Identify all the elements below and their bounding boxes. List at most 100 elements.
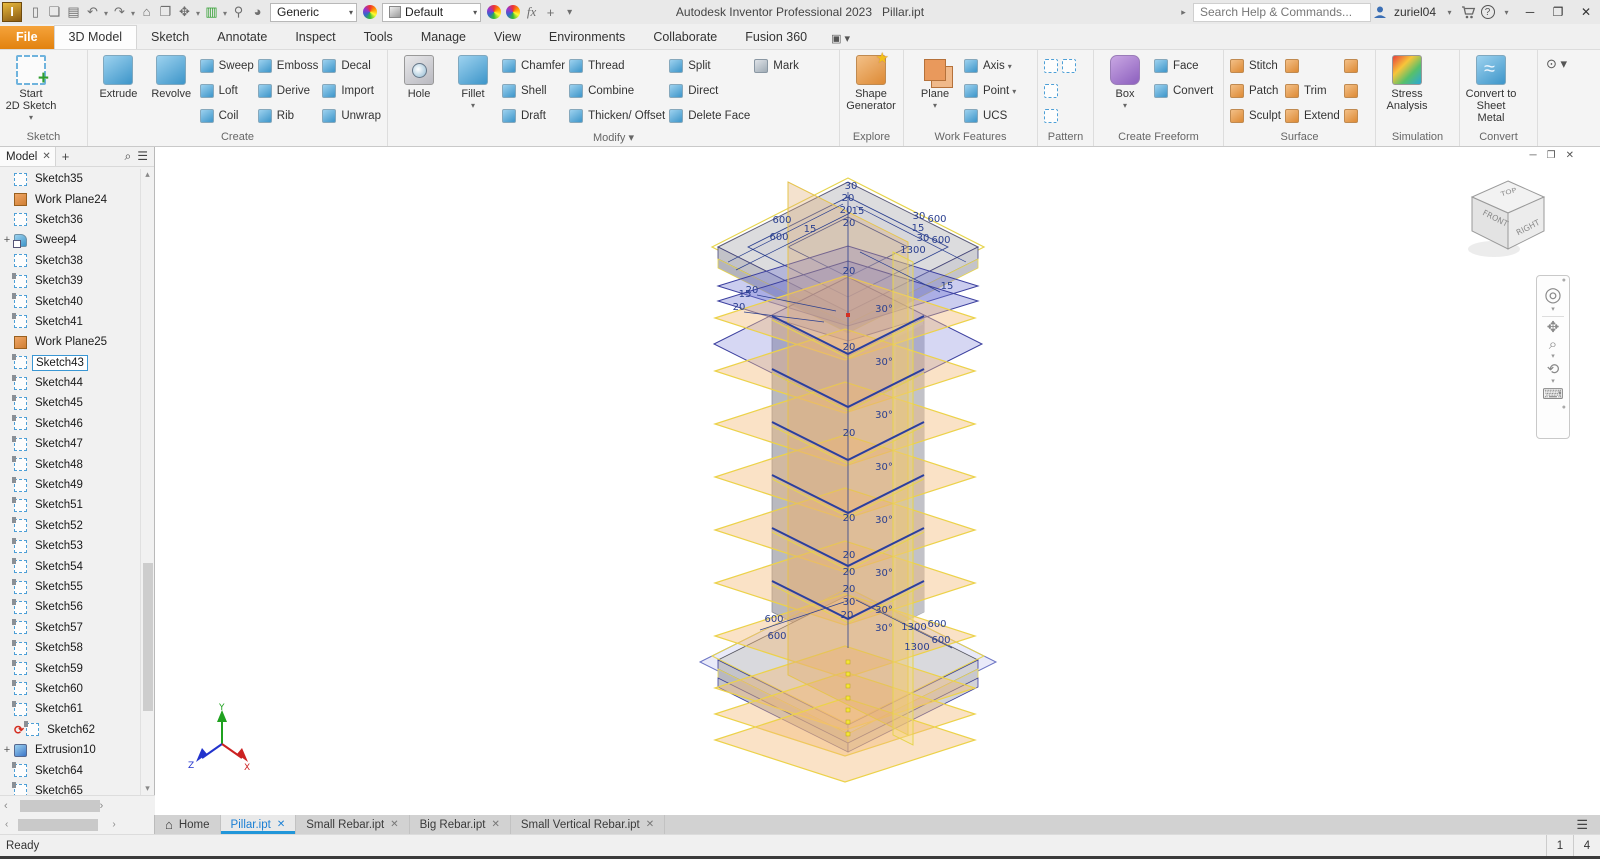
tree-item-sketch43[interactable]: Sketch43 bbox=[0, 353, 140, 373]
mirror-button[interactable] bbox=[1062, 53, 1076, 78]
browser-vertical-scrollbar[interactable]: ▴ ▾ bbox=[140, 169, 154, 795]
viewport[interactable]: 6006001530202015203060015306001300151520… bbox=[155, 147, 1600, 815]
browser-tab-close-icon[interactable]: ✕ bbox=[42, 151, 50, 162]
qat-customize-icon[interactable]: ▾ bbox=[560, 2, 579, 22]
direct-button[interactable]: Direct bbox=[669, 78, 750, 103]
doc-tab-big-rebar-ipt[interactable]: Big Rebar.ipt✕ bbox=[410, 815, 511, 834]
tree-item-sketch54[interactable]: Sketch54 bbox=[0, 556, 140, 576]
doc-close-icon[interactable]: ✕ bbox=[1566, 150, 1574, 161]
restore-button[interactable]: ❐ bbox=[1544, 1, 1572, 23]
minimize-button[interactable]: ─ bbox=[1516, 1, 1544, 23]
appearance-wheel-icon[interactable]: ◕ bbox=[248, 1, 267, 21]
tree-item-sketch61[interactable]: Sketch61 bbox=[0, 699, 140, 719]
new-file-icon[interactable]: ▯ bbox=[26, 2, 45, 22]
browser-search-icon[interactable]: ⌕ bbox=[125, 149, 132, 164]
tree-item-work-plane24[interactable]: Work Plane24 bbox=[0, 189, 140, 209]
paste-icon[interactable]: ❐ bbox=[156, 2, 175, 22]
tree-item-sketch48[interactable]: Sketch48 bbox=[0, 454, 140, 474]
shape-generator-button[interactable]: Shape Generator bbox=[845, 52, 897, 112]
rectangular-pattern-button[interactable] bbox=[1044, 53, 1058, 78]
user-name[interactable]: zuriel04 bbox=[1394, 5, 1436, 19]
ribbon-tab-inspect[interactable]: Inspect bbox=[281, 26, 349, 49]
surface-extra-3-button[interactable] bbox=[1344, 103, 1358, 128]
tree-item-sketch36[interactable]: Sketch36 bbox=[0, 210, 140, 230]
look-at-icon[interactable]: ⌨ bbox=[1542, 386, 1564, 403]
tree-item-sketch39[interactable]: Sketch39 bbox=[0, 271, 140, 291]
axis-button[interactable]: Axis ▾ bbox=[964, 53, 1016, 78]
orbit-caret-icon[interactable]: ▾ bbox=[1551, 378, 1555, 386]
user-avatar-icon[interactable] bbox=[1371, 2, 1390, 22]
material-icon[interactable]: ▥ bbox=[202, 2, 221, 22]
tree-item-sketch49[interactable]: Sketch49 bbox=[0, 475, 140, 495]
ribbon-tab-sketch[interactable]: Sketch bbox=[137, 26, 203, 49]
view-cube[interactable]: TOP FRONT RIGHT bbox=[1458, 175, 1558, 265]
tree-item-sketch65[interactable]: Sketch65 bbox=[0, 781, 140, 795]
circular-pattern-button[interactable] bbox=[1044, 78, 1058, 103]
pan-icon[interactable]: ✥ bbox=[1547, 319, 1560, 336]
dropdown-caret-icon[interactable]: ▾ bbox=[29, 113, 33, 122]
freemove-icon[interactable]: ✥ bbox=[175, 2, 194, 22]
mark-button[interactable]: Mark bbox=[754, 53, 799, 78]
surface-extra-1-button[interactable] bbox=[1344, 53, 1358, 78]
doc-restore-icon[interactable]: ❐ bbox=[1547, 150, 1556, 161]
ribbon-tab-annotate[interactable]: Annotate bbox=[203, 26, 281, 49]
tree-item-sketch41[interactable]: Sketch41 bbox=[0, 312, 140, 332]
doc-tab-close-icon[interactable]: ✕ bbox=[390, 819, 398, 830]
search-expand-icon[interactable]: ▸ bbox=[1174, 2, 1193, 22]
tree-item-sketch51[interactable]: Sketch51 bbox=[0, 495, 140, 515]
freemove-icon-caret[interactable]: ▾ bbox=[194, 3, 202, 23]
zoom-icon[interactable]: ⌕ bbox=[1549, 336, 1557, 353]
face-button[interactable]: Face bbox=[1154, 53, 1213, 78]
ribbon-overflow-icon[interactable]: ⊙ ▾ bbox=[1546, 56, 1567, 146]
unwrap-button[interactable]: Unwrap bbox=[322, 103, 381, 128]
convert-button[interactable]: Convert bbox=[1154, 78, 1213, 103]
extrude-button[interactable]: Extrude bbox=[93, 52, 144, 100]
tree-item-sketch47[interactable]: Sketch47 bbox=[0, 434, 140, 454]
surface-extra-2-button[interactable] bbox=[1344, 78, 1358, 103]
dropdown-caret-icon[interactable]: ▾ bbox=[471, 101, 475, 110]
redo-icon[interactable]: ↷ bbox=[110, 2, 129, 22]
coil-button[interactable]: Coil bbox=[200, 103, 254, 128]
help-caret-icon[interactable]: ▾ bbox=[1497, 2, 1516, 22]
parameters-fx-icon[interactable]: fx bbox=[522, 2, 541, 22]
doc-tab-pillar-ipt[interactable]: Pillar.ipt✕ bbox=[221, 815, 297, 834]
tree-item-sketch40[interactable]: Sketch40 bbox=[0, 291, 140, 311]
browser-add-tab-icon[interactable]: + bbox=[62, 149, 70, 164]
start-2d-sketch-button[interactable]: Start 2D Sketch▾ bbox=[5, 52, 57, 122]
undo-icon[interactable]: ↶ bbox=[83, 2, 102, 22]
navbar-menu-icon[interactable]: ● bbox=[1562, 403, 1569, 411]
tree-item-sketch64[interactable]: Sketch64 bbox=[0, 760, 140, 780]
home-icon[interactable]: ⌂ bbox=[137, 1, 156, 21]
shell-button[interactable]: Shell bbox=[502, 78, 565, 103]
sketch-driven-pattern-button[interactable] bbox=[1044, 103, 1058, 128]
extend-button[interactable]: Extend bbox=[1285, 103, 1340, 128]
thicken-offset-button[interactable]: Thicken/ Offset bbox=[569, 103, 665, 128]
iproperties-icon[interactable]: ⚲ bbox=[229, 2, 248, 22]
navwheel-caret-icon[interactable]: ▾ bbox=[1551, 306, 1555, 314]
tree-item-sketch62[interactable]: ⟳Sketch62 bbox=[0, 720, 140, 740]
doc-minimize-icon[interactable]: ─ bbox=[1530, 150, 1537, 161]
tree-item-sketch46[interactable]: Sketch46 bbox=[0, 414, 140, 434]
rib-button[interactable]: Rib bbox=[258, 103, 319, 128]
tree-item-sketch60[interactable]: Sketch60 bbox=[0, 679, 140, 699]
close-button[interactable]: ✕ bbox=[1572, 1, 1600, 23]
doc-tab-small-rebar-ipt[interactable]: Small Rebar.ipt✕ bbox=[296, 815, 409, 834]
draft-button[interactable]: Draft bbox=[502, 103, 565, 128]
dropdown-caret-icon[interactable]: ▾ bbox=[1012, 87, 1016, 96]
open-folder-icon[interactable]: ❏ bbox=[45, 2, 64, 22]
ruled-surface-button[interactable] bbox=[1285, 53, 1340, 78]
orbit-icon[interactable]: ⟲ bbox=[1547, 361, 1560, 378]
doc-tabs-menu-icon[interactable]: ☰ bbox=[1564, 815, 1600, 834]
hole-button[interactable]: Hole bbox=[393, 52, 445, 100]
loft-button[interactable]: Loft bbox=[200, 78, 254, 103]
split-button[interactable]: Split bbox=[669, 53, 750, 78]
sculpt-button[interactable]: Sculpt bbox=[1230, 103, 1281, 128]
browser-horizontal-scrollbar[interactable]: ‹› bbox=[0, 795, 155, 815]
dropdown-caret-icon[interactable]: ▾ bbox=[933, 101, 937, 110]
tree-item-sweep4[interactable]: +Sweep4 bbox=[0, 230, 140, 250]
tree-item-sketch59[interactable]: Sketch59 bbox=[0, 658, 140, 678]
expander-icon[interactable]: + bbox=[2, 234, 12, 246]
appearance-combo[interactable]: Default▾ bbox=[382, 3, 481, 22]
ribbon-tab-manage[interactable]: Manage bbox=[407, 26, 480, 49]
derive-button[interactable]: Derive bbox=[258, 78, 319, 103]
